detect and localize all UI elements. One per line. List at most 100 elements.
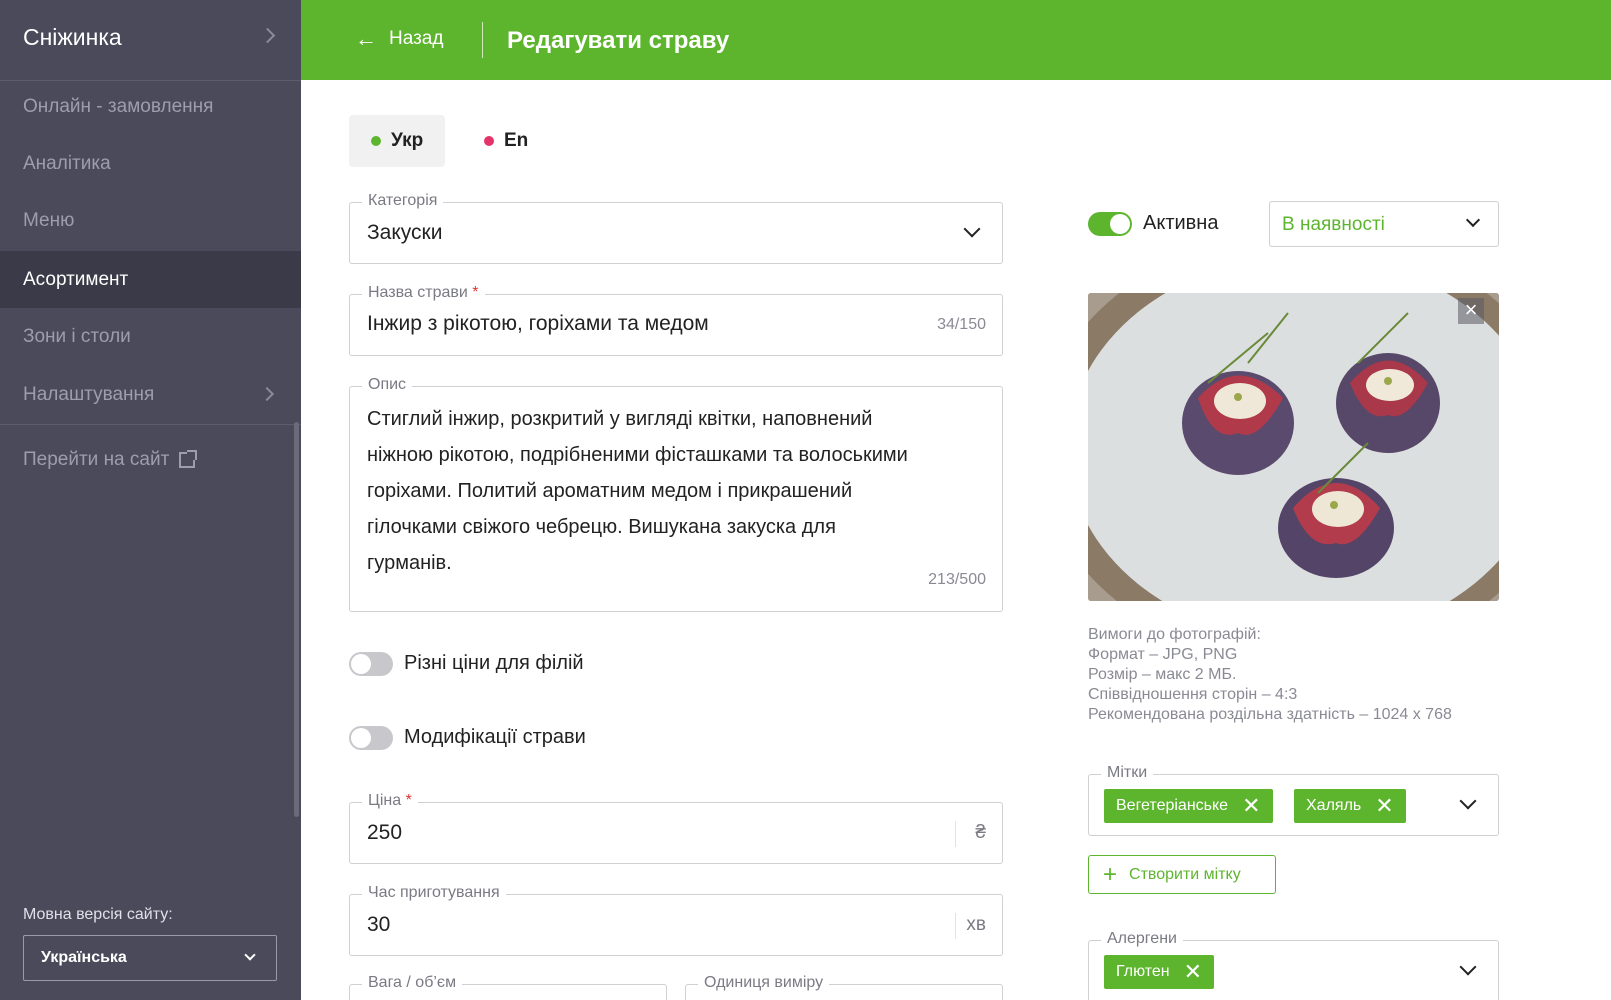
sidebar-item-menu[interactable]: Меню bbox=[0, 193, 301, 249]
dish-name-label: Назва страви * bbox=[362, 284, 485, 302]
chevron-down-icon bbox=[1459, 792, 1477, 810]
photo-requirement: Формат – JPG, PNG bbox=[1088, 646, 1238, 663]
tags-select[interactable]: Мітки Вегетеріанське ✕ Халяль ✕ bbox=[1088, 764, 1499, 836]
back-button[interactable]: ← Назад bbox=[355, 28, 443, 50]
weight-field[interactable]: Вага / об’єм bbox=[349, 974, 667, 1000]
close-icon[interactable]: ✕ bbox=[1242, 795, 1260, 817]
unit-select[interactable]: Одиниця виміру bbox=[685, 974, 1003, 1000]
arrow-left-icon: ← bbox=[355, 26, 377, 51]
tab-english[interactable]: En bbox=[462, 115, 550, 167]
description-value: Стиглий інжир, розкритий у вигляді квітк… bbox=[367, 401, 987, 581]
cook-time-value: 30 bbox=[367, 913, 391, 936]
sidebar-scrollbar[interactable] bbox=[294, 422, 299, 817]
price-label-text: Ціна bbox=[368, 792, 402, 809]
description-line: ніжною рікотою, подрібненими фісташками … bbox=[367, 444, 908, 466]
dish-name-value: Інжир з рікотою, горіхами та медом bbox=[367, 312, 709, 335]
site-link-label: Перейти на сайт bbox=[23, 449, 170, 470]
page-header: ← Назад Редагувати страву bbox=[301, 0, 1611, 80]
category-value: Закуски bbox=[367, 221, 443, 244]
description-line: гілочками свіжого чебрецю. Вишукана заку… bbox=[367, 516, 836, 538]
external-link-icon bbox=[179, 450, 198, 468]
sidebar-item-label: Асортимент bbox=[23, 268, 129, 290]
sidebar-item-label: Меню bbox=[23, 210, 75, 231]
allergen-chip[interactable]: Глютен ✕ bbox=[1104, 955, 1215, 989]
close-icon[interactable]: ✕ bbox=[1375, 795, 1393, 817]
close-icon[interactable]: ✕ bbox=[1184, 961, 1202, 983]
photo-requirement: Розмір – макс 2 МБ. bbox=[1088, 666, 1237, 683]
tag-chip[interactable]: Халяль ✕ bbox=[1294, 789, 1406, 823]
chip-label: Вегетеріанське bbox=[1116, 797, 1229, 814]
photo-requirement: Співвідношення сторін – 4:3 bbox=[1088, 686, 1298, 703]
create-tag-label: Створити мітку bbox=[1129, 865, 1241, 883]
chevron-down-icon bbox=[244, 949, 256, 961]
chevron-right-icon[interactable] bbox=[259, 27, 276, 44]
status-dot-icon bbox=[484, 136, 494, 146]
description-line: Стиглий інжир, розкритий у вигляді квітк… bbox=[367, 408, 873, 430]
sidebar-item-label: Налаштування bbox=[23, 384, 155, 405]
category-label: Категорія bbox=[362, 192, 444, 210]
cook-time-label: Час приготування bbox=[362, 884, 506, 902]
price-field[interactable]: Ціна * 250 ₴ bbox=[349, 792, 1003, 864]
site-link[interactable]: Перейти на сайт bbox=[0, 432, 301, 488]
modifications-toggle[interactable] bbox=[349, 726, 393, 750]
chevron-down-icon bbox=[1459, 958, 1477, 976]
branch-prices-toggle[interactable] bbox=[349, 652, 393, 676]
sidebar-item-online-orders[interactable]: Онлайн - замовлення bbox=[0, 79, 301, 135]
plus-icon: + bbox=[1103, 860, 1118, 888]
sidebar-item-analytics[interactable]: Аналітика bbox=[0, 136, 301, 192]
unit-label: Одиниця виміру bbox=[698, 974, 830, 992]
cook-time-field[interactable]: Час приготування 30 хв bbox=[349, 884, 1003, 956]
dish-name-counter: 34/150 bbox=[937, 316, 986, 333]
back-label: Назад bbox=[389, 28, 444, 49]
chevron-down-icon bbox=[1465, 212, 1481, 228]
modifications-label: Модифікації страви bbox=[404, 726, 586, 748]
weight-label: Вага / об’єм bbox=[362, 974, 463, 992]
branch-prices-label: Різні ціни для філій bbox=[404, 652, 584, 674]
required-mark: * bbox=[405, 792, 412, 809]
sidebar-item-label: Зони і столи bbox=[23, 326, 131, 347]
sidebar: Сніжинка Онлайн - замовлення Аналітика М… bbox=[0, 0, 301, 1000]
dish-photo-image bbox=[1088, 293, 1499, 601]
remove-photo-button[interactable]: × bbox=[1458, 298, 1484, 324]
description-line: гурманів. bbox=[367, 552, 452, 574]
tab-ukrainian[interactable]: Укр bbox=[349, 115, 446, 167]
dish-photo bbox=[1088, 293, 1499, 601]
currency-suffix: ₴ bbox=[975, 822, 986, 843]
allergens-label: Алергени bbox=[1101, 930, 1183, 948]
description-textarea[interactable]: Опис Стиглий інжир, розкритий у вигляді … bbox=[349, 376, 1003, 612]
chip-label: Глютен bbox=[1116, 963, 1170, 980]
page-title: Редагувати страву bbox=[507, 27, 730, 54]
sidebar-item-assortment[interactable]: Асортимент bbox=[0, 251, 301, 308]
language-value: Українська bbox=[41, 949, 127, 966]
toggle-knob bbox=[351, 654, 371, 674]
header-divider bbox=[482, 22, 483, 58]
chevron-right-icon bbox=[259, 386, 275, 402]
brand-name[interactable]: Сніжинка bbox=[23, 24, 122, 51]
sidebar-item-settings[interactable]: Налаштування bbox=[0, 367, 301, 423]
status-dot-icon bbox=[371, 136, 381, 146]
required-mark: * bbox=[472, 284, 479, 301]
language-select[interactable]: Українська bbox=[23, 935, 277, 981]
sidebar-divider bbox=[0, 424, 301, 425]
tag-chip[interactable]: Вегетеріанське ✕ bbox=[1104, 789, 1273, 823]
photo-requirements-title: Вимоги до фотографій: bbox=[1088, 626, 1261, 643]
chip-label: Халяль bbox=[1306, 797, 1362, 814]
dish-name-field[interactable]: Назва страви * Інжир з рікотою, горіхами… bbox=[349, 284, 1003, 356]
tags-label: Мітки bbox=[1101, 764, 1154, 782]
minutes-suffix: хв bbox=[966, 914, 986, 935]
create-tag-button[interactable]: + Створити мітку bbox=[1088, 855, 1276, 894]
price-label: Ціна * bbox=[362, 792, 418, 810]
description-label: Опис bbox=[362, 376, 413, 394]
availability-select[interactable]: В наявності bbox=[1269, 201, 1499, 247]
category-select[interactable]: Категорія Закуски bbox=[349, 192, 1003, 264]
toggle-knob bbox=[1110, 214, 1130, 234]
active-toggle[interactable] bbox=[1088, 212, 1132, 236]
price-value: 250 bbox=[367, 821, 403, 844]
sidebar-item-zones-tables[interactable]: Зони і столи bbox=[0, 309, 301, 365]
active-label: Активна bbox=[1143, 212, 1219, 234]
allergens-select[interactable]: Алергени Глютен ✕ bbox=[1088, 930, 1499, 1000]
chevron-down-icon bbox=[963, 220, 981, 238]
suffix-divider bbox=[955, 821, 956, 847]
dish-name-label-text: Назва страви bbox=[368, 284, 468, 301]
suffix-divider bbox=[955, 913, 956, 939]
